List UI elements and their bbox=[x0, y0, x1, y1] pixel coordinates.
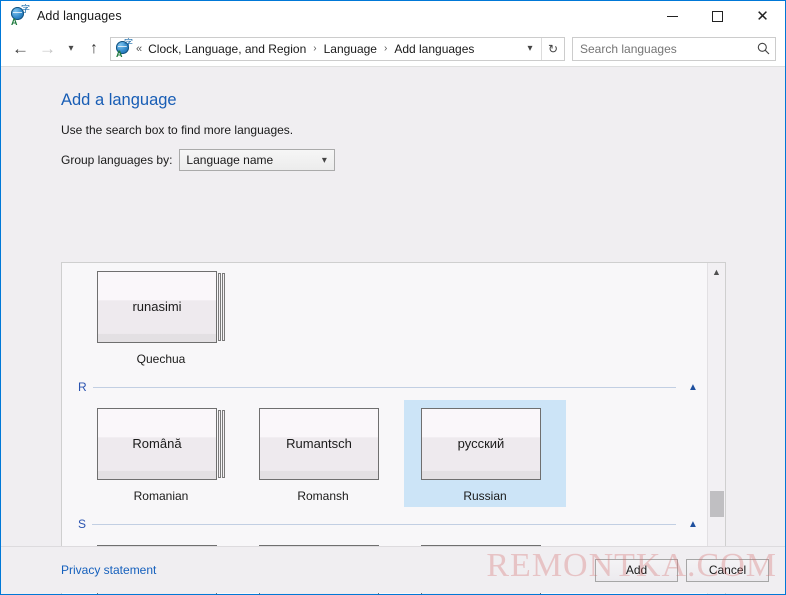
language-globe-icon: 字 A bbox=[11, 5, 30, 27]
language-tile-box: Rumantsch bbox=[259, 408, 387, 480]
address-bar[interactable]: 字 A « Clock, Language, and Region › Lang… bbox=[110, 36, 565, 61]
language-tile-box: runasimi bbox=[97, 271, 225, 343]
breadcrumb-overflow[interactable]: « bbox=[136, 43, 142, 55]
search-box[interactable] bbox=[572, 36, 776, 61]
add-button[interactable]: Add bbox=[595, 558, 678, 582]
title-bar: 字 A Add languages ✕ bbox=[1, 1, 785, 31]
language-english-name: Quechua bbox=[136, 352, 186, 366]
close-icon: ✕ bbox=[756, 7, 769, 25]
ideograph-glyph: 字 bbox=[123, 38, 133, 49]
section-letter: S bbox=[78, 517, 87, 531]
privacy-statement-link[interactable]: Privacy statement bbox=[61, 563, 156, 577]
language-tile-face: Rumantsch bbox=[259, 408, 379, 480]
back-button[interactable]: ← bbox=[7, 36, 34, 62]
window-controls: ✕ bbox=[650, 1, 785, 31]
language-tile[interactable]: runasimi Quechua bbox=[80, 263, 242, 370]
search-glyph bbox=[757, 42, 769, 55]
tile-stack-page-icon bbox=[222, 273, 225, 341]
tile-stack-page-icon bbox=[222, 410, 225, 478]
navigation-bar: ← → ▾ ↑ 字 A « Clock, Language, and Regio… bbox=[1, 31, 785, 67]
search-input[interactable] bbox=[573, 41, 751, 56]
add-languages-window: 字 A Add languages ✕ ← → ▾ ↑ 字 A « Clock,… bbox=[0, 0, 786, 595]
search-icon[interactable] bbox=[751, 38, 775, 60]
up-button[interactable]: ↑ bbox=[81, 36, 107, 62]
window-title: Add languages bbox=[37, 9, 122, 23]
minimize-icon bbox=[667, 15, 678, 17]
section-header-s[interactable]: S ▲ bbox=[62, 511, 706, 537]
recent-locations-button[interactable]: ▾ bbox=[61, 36, 81, 62]
main-content: Add a language Use the search box to fin… bbox=[1, 67, 785, 594]
language-tile[interactable]: русский Russian bbox=[404, 400, 566, 507]
language-tile[interactable]: Română Romanian bbox=[80, 400, 242, 507]
maximize-button[interactable] bbox=[695, 1, 740, 31]
group-by-row: Group languages by: Language name ▾ bbox=[1, 137, 785, 171]
section-divider bbox=[92, 386, 676, 388]
language-tile-face: Română bbox=[97, 408, 217, 480]
language-english-name: Romanian bbox=[133, 489, 189, 503]
breadcrumb-separator-icon[interactable]: › bbox=[384, 43, 387, 54]
close-button[interactable]: ✕ bbox=[740, 1, 785, 31]
breadcrumb-item-clock-language-region[interactable]: Clock, Language, and Region bbox=[147, 42, 307, 56]
page-subtitle: Use the search box to find more language… bbox=[61, 123, 294, 137]
group-by-label: Group languages by: bbox=[61, 153, 173, 167]
chevron-up-icon[interactable]: ▲ bbox=[686, 519, 700, 530]
letter-a-glyph: A bbox=[11, 17, 18, 27]
section-letter: R bbox=[78, 380, 87, 394]
scrollbar-thumb[interactable] bbox=[710, 491, 724, 518]
forward-arrow-icon: → bbox=[39, 38, 56, 58]
group-by-select[interactable]: Language name ▾ bbox=[179, 149, 336, 171]
language-tile-box: русский bbox=[421, 408, 549, 480]
section-header-r[interactable]: R ▲ bbox=[62, 374, 706, 400]
language-tile-box: Română bbox=[97, 408, 225, 480]
language-globe-icon: 字 A bbox=[116, 38, 133, 59]
language-english-name: Russian bbox=[463, 489, 507, 503]
cancel-button[interactable]: Cancel bbox=[686, 558, 769, 582]
chevron-down-icon: ▾ bbox=[527, 43, 533, 54]
minimize-button[interactable] bbox=[650, 1, 695, 31]
language-tile-face: русский bbox=[421, 408, 541, 480]
language-tile-face: runasimi bbox=[97, 271, 217, 343]
language-native-name: runasimi bbox=[132, 298, 182, 314]
footer-buttons: Add Cancel bbox=[595, 558, 769, 582]
tile-stack-page-icon bbox=[218, 273, 221, 341]
ideograph-glyph: 字 bbox=[20, 5, 30, 15]
breadcrumb-item-language[interactable]: Language bbox=[323, 42, 378, 56]
tile-row: Română Romanian Rumantsch Romansh русский Rus… bbox=[62, 400, 706, 507]
language-native-name: русский bbox=[457, 435, 505, 451]
scroll-up-button[interactable]: ▲ bbox=[708, 263, 725, 281]
language-tile[interactable]: Rumantsch Romansh bbox=[242, 400, 404, 507]
chevron-up-icon[interactable]: ▲ bbox=[686, 382, 700, 393]
footer-bar: Privacy statement Add Cancel bbox=[1, 546, 785, 593]
language-native-name: Rumantsch bbox=[286, 435, 352, 451]
back-arrow-icon: ← bbox=[12, 38, 29, 58]
page-title: Add a language bbox=[61, 91, 177, 109]
tile-stack-page-icon bbox=[218, 410, 221, 478]
language-native-name: Română bbox=[132, 435, 182, 451]
maximize-icon bbox=[712, 10, 723, 22]
refresh-button[interactable]: ↻ bbox=[541, 37, 564, 60]
chevron-down-icon[interactable]: ▾ bbox=[314, 155, 334, 166]
breadcrumb-item-add-languages[interactable]: Add languages bbox=[393, 42, 475, 56]
up-arrow-icon: ↑ bbox=[90, 39, 98, 57]
breadcrumb-separator-icon[interactable]: › bbox=[313, 43, 316, 54]
address-dropdown-button[interactable]: ▾ bbox=[519, 38, 541, 60]
language-english-name: Romansh bbox=[297, 489, 349, 503]
chevron-down-icon: ▾ bbox=[68, 43, 74, 54]
refresh-icon: ↻ bbox=[547, 41, 559, 56]
letter-a-glyph: A bbox=[116, 48, 123, 59]
group-by-value: Language name bbox=[186, 153, 274, 167]
forward-button[interactable]: → bbox=[34, 36, 61, 62]
section-divider bbox=[92, 523, 676, 525]
tile-row: runasimi Quechua bbox=[62, 263, 706, 370]
chevron-up-icon: ▲ bbox=[712, 267, 721, 277]
